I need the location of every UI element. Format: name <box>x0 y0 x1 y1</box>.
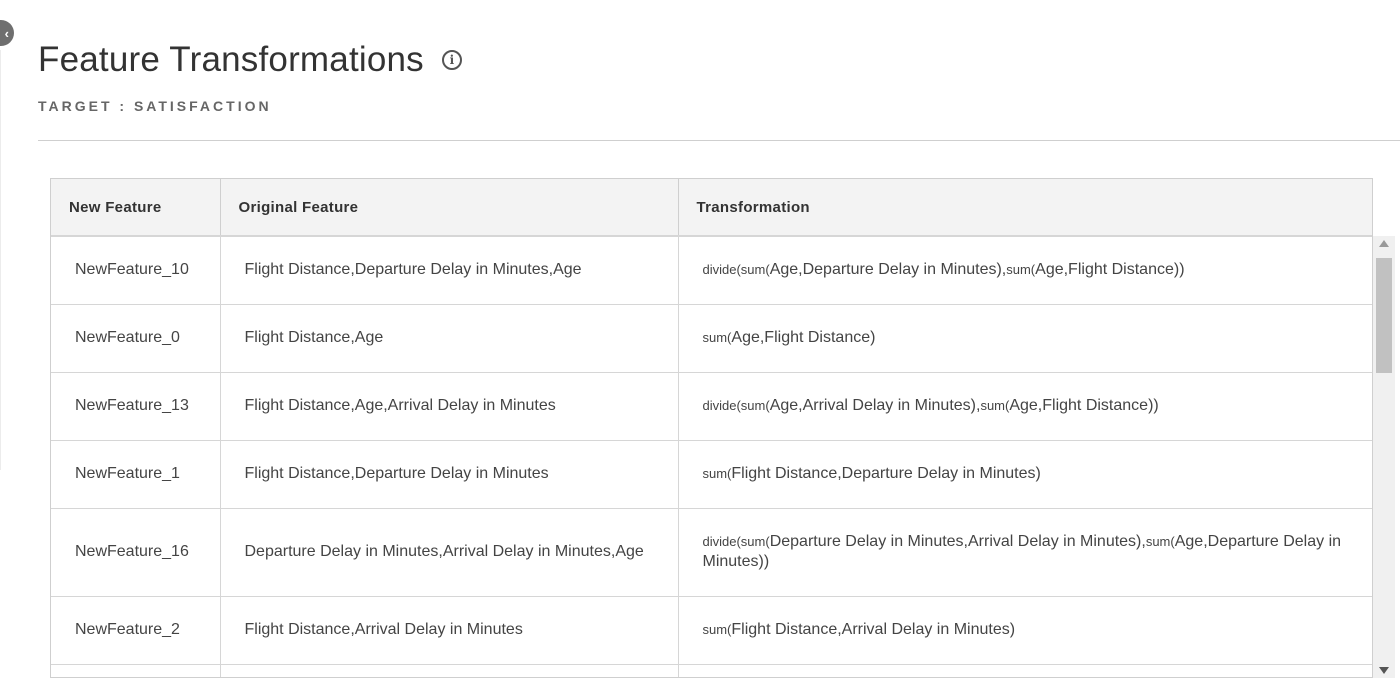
collapse-sidebar-button[interactable]: ‹ <box>0 20 14 46</box>
table-header-row: New Feature Original Feature Transformat… <box>51 179 1372 237</box>
function-args: Age,Flight Distance)) <box>1035 261 1185 279</box>
original-feature-cell: Flight Distance,Departure Delay in Minut… <box>220 236 679 305</box>
empty-cell <box>678 664 1372 677</box>
table-row[interactable]: NewFeature_16 Departure Delay in Minutes,… <box>51 508 1372 597</box>
table-row[interactable] <box>51 664 1372 677</box>
header-divider <box>38 140 1400 141</box>
function-args: Departure Delay in Minutes,Arrival Delay… <box>769 533 1146 550</box>
function-args: Age,Flight Distance) <box>731 329 876 346</box>
original-feature-cell: Flight Distance,Departure Delay in Minut… <box>220 440 679 509</box>
function-name: sum( <box>702 466 732 481</box>
scrollbar-thumb[interactable] <box>1376 258 1392 373</box>
function-args: Age,Flight Distance)) <box>1009 397 1159 414</box>
new-feature-cell: NewFeature_13 <box>51 372 221 441</box>
original-feature-cell: Departure Delay in Minutes,Arrival Delay… <box>220 508 679 597</box>
function-args: Age,Arrival Delay in Minutes), <box>769 397 981 414</box>
function-name: sum( <box>740 534 770 549</box>
new-feature-cell: NewFeature_2 <box>51 596 221 665</box>
function-args: Flight Distance,Departure Delay in Minut… <box>731 465 1041 482</box>
transformation-cell: divide(sum(Age,Departure Delay in Minute… <box>678 236 1372 305</box>
function-name: divide( <box>702 398 741 413</box>
page-header: Feature Transformations i TARGET : SATIS… <box>38 40 462 114</box>
new-feature-cell: NewFeature_0 <box>51 304 221 373</box>
new-feature-cell: NewFeature_16 <box>51 508 221 597</box>
function-name: sum( <box>1006 262 1036 278</box>
original-feature-cell: Flight Distance,Age <box>220 304 679 373</box>
sidebar-edge <box>0 50 1 470</box>
table-row[interactable]: NewFeature_2 Flight Distance,Arrival Dela… <box>51 596 1372 665</box>
transformation-cell: sum(Flight Distance,Arrival Delay in Min… <box>678 596 1372 665</box>
table-row[interactable]: NewFeature_10 Flight Distance,Departure D… <box>51 236 1372 305</box>
new-feature-cell: NewFeature_1 <box>51 440 221 509</box>
original-feature-cell: Flight Distance,Arrival Delay in Minutes <box>220 596 679 665</box>
original-feature-cell: Flight Distance,Age,Arrival Delay in Min… <box>220 372 679 441</box>
function-name: sum( <box>740 398 770 413</box>
empty-cell <box>220 664 679 677</box>
feature-table-container: New Feature Original Feature Transformat… <box>50 178 1373 678</box>
table-scrollbar[interactable] <box>1373 236 1395 678</box>
info-icon[interactable]: i <box>441 50 462 70</box>
table-row[interactable]: NewFeature_0 Flight Distance,Age sum(Age,F… <box>51 304 1372 373</box>
table-row[interactable]: NewFeature_13 Flight Distance,Age,Arrival… <box>51 372 1372 441</box>
column-header-original-feature[interactable]: Original Feature <box>220 179 679 237</box>
function-args: Flight Distance,Arrival Delay in Minutes… <box>731 621 1016 638</box>
transformation-cell: sum(Age,Flight Distance) <box>678 304 1372 373</box>
transformation-cell: divide(sum(Departure Delay in Minutes,Ar… <box>678 508 1372 597</box>
table-row[interactable]: NewFeature_1 Flight Distance,Departure De… <box>51 440 1372 509</box>
empty-cell <box>51 664 221 677</box>
new-feature-cell: NewFeature_10 <box>51 236 221 305</box>
column-header-new-feature[interactable]: New Feature <box>51 179 221 237</box>
column-header-transformation[interactable]: Transformation <box>678 179 1372 237</box>
target-label: TARGET : SATISFACTION <box>38 98 272 114</box>
transformation-cell: sum(Flight Distance,Departure Delay in M… <box>678 440 1372 509</box>
function-name: sum( <box>1145 534 1175 549</box>
transformation-cell: divide(sum(Age,Arrival Delay in Minutes)… <box>678 372 1372 441</box>
feature-transformations-table: New Feature Original Feature Transformat… <box>51 179 1372 677</box>
scroll-up-arrow-icon[interactable] <box>1379 240 1389 247</box>
function-name: sum( <box>980 398 1010 413</box>
function-name: divide( <box>702 534 741 549</box>
scroll-down-arrow-icon[interactable] <box>1379 667 1389 674</box>
function-args: Age,Departure Delay in Minutes), <box>769 261 1007 279</box>
function-name: sum( <box>702 622 732 637</box>
function-name: sum( <box>702 330 732 345</box>
page-title: Feature Transformations <box>38 40 424 79</box>
function-name: divide( <box>702 262 741 278</box>
table-body: NewFeature_10 Flight Distance,Departure D… <box>51 236 1372 677</box>
chevron-left-icon: ‹ <box>4 25 9 41</box>
function-name: sum( <box>740 262 770 278</box>
